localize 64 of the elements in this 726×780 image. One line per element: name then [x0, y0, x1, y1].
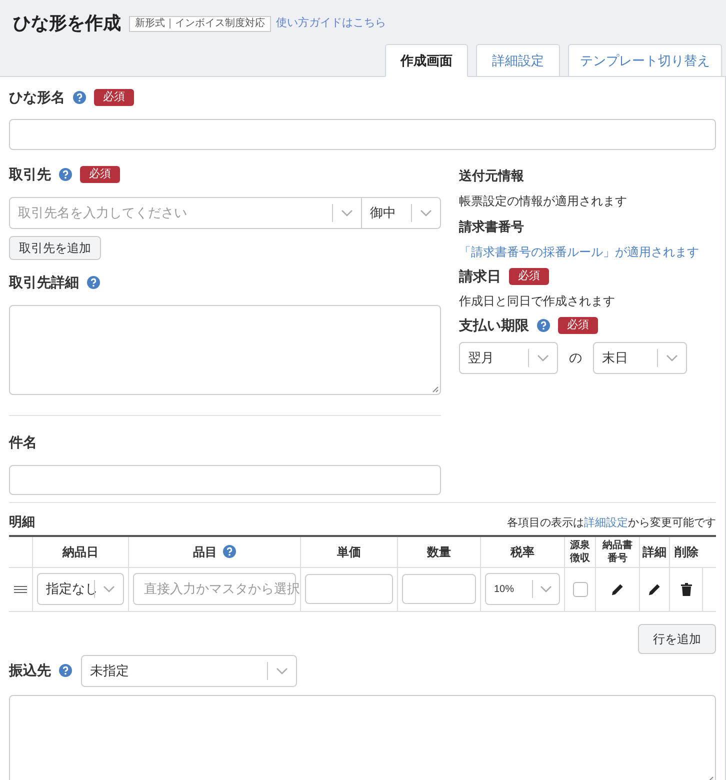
- column-header: 単価: [337, 544, 361, 560]
- page-title: ひな形を作成: [13, 12, 121, 35]
- caret-icon: [276, 666, 288, 674]
- column-header: 源泉徴収: [569, 538, 591, 564]
- column-header: 品目: [193, 544, 217, 560]
- numbering-rule-link[interactable]: 「請求書番号の採番ルール」が適用されます: [459, 243, 699, 261]
- column-header: 納品書番号: [602, 538, 634, 564]
- add-row-button[interactable]: 行を追加: [638, 624, 716, 654]
- section-heading: 請求書番号: [459, 218, 525, 236]
- quantity-input[interactable]: [402, 574, 476, 604]
- pencil-icon[interactable]: [648, 582, 661, 596]
- caret-icon: [666, 354, 678, 362]
- tab[interactable]: 作成画面: [385, 44, 468, 77]
- help-icon[interactable]: [59, 168, 72, 181]
- resize-grip-icon: [432, 386, 439, 393]
- column-header: 税率: [510, 544, 534, 560]
- info-text: 作成日と同日で作成されます: [459, 293, 616, 310]
- caret-icon: [103, 585, 115, 593]
- tab[interactable]: 詳細設定: [476, 44, 560, 77]
- settings-note: 各項目の表示は詳細設定から変更可能です: [507, 516, 716, 531]
- template-name-input[interactable]: [9, 119, 716, 150]
- unit-price-input[interactable]: [305, 574, 393, 604]
- required-badge: 必須: [509, 268, 549, 285]
- field-label: 請求日: [459, 267, 501, 286]
- honorific-select[interactable]: 御中: [361, 197, 441, 229]
- day-select[interactable]: 末日: [593, 342, 687, 374]
- field-label: 件名: [9, 433, 37, 452]
- required-badge: 必須: [80, 166, 120, 183]
- field-label: 取引先: [9, 165, 51, 184]
- tab[interactable]: テンプレート切り替え: [568, 44, 722, 77]
- withholding-checkbox[interactable]: [572, 582, 588, 596]
- tax-rate-select[interactable]: 10%: [485, 573, 560, 605]
- bank-select[interactable]: 未指定: [81, 654, 297, 686]
- format-tag: 新形式｜インボイス制度対応: [129, 16, 271, 32]
- trash-icon[interactable]: [680, 582, 692, 596]
- help-icon[interactable]: [73, 91, 86, 104]
- section-heading: 明細: [9, 513, 35, 531]
- help-icon[interactable]: [59, 664, 72, 677]
- field-label: 支払い期限: [459, 316, 529, 335]
- info-text: 帳票設定の情報が適用されます: [459, 192, 628, 210]
- help-icon[interactable]: [223, 545, 236, 558]
- pencil-icon[interactable]: [611, 582, 624, 596]
- settings-link[interactable]: 詳細設定: [584, 517, 628, 529]
- required-badge: 必須: [94, 89, 134, 106]
- column-header: 詳細: [642, 544, 666, 560]
- month-select[interactable]: 翌月: [459, 342, 558, 374]
- column-header: 数量: [427, 544, 451, 560]
- column-header: 削除: [674, 544, 698, 560]
- section-heading: 送付元情報: [459, 167, 525, 185]
- required-badge: 必須: [558, 317, 598, 334]
- field-label: 振込先: [9, 661, 51, 680]
- field-label: 取引先詳細: [9, 273, 79, 292]
- caret-icon: [537, 354, 549, 362]
- subject-input[interactable]: [9, 465, 441, 495]
- caret-icon: [540, 585, 552, 593]
- connector-text: の: [569, 349, 582, 368]
- column-header: 納品日: [62, 544, 98, 560]
- help-icon[interactable]: [87, 276, 100, 289]
- help-icon[interactable]: [537, 319, 550, 332]
- caret-icon: [341, 209, 353, 217]
- field-label: ひな形名: [9, 88, 65, 107]
- add-client-button[interactable]: 取引先を追加: [9, 236, 101, 260]
- drag-handle-icon[interactable]: [14, 586, 27, 592]
- caret-icon: [420, 209, 432, 217]
